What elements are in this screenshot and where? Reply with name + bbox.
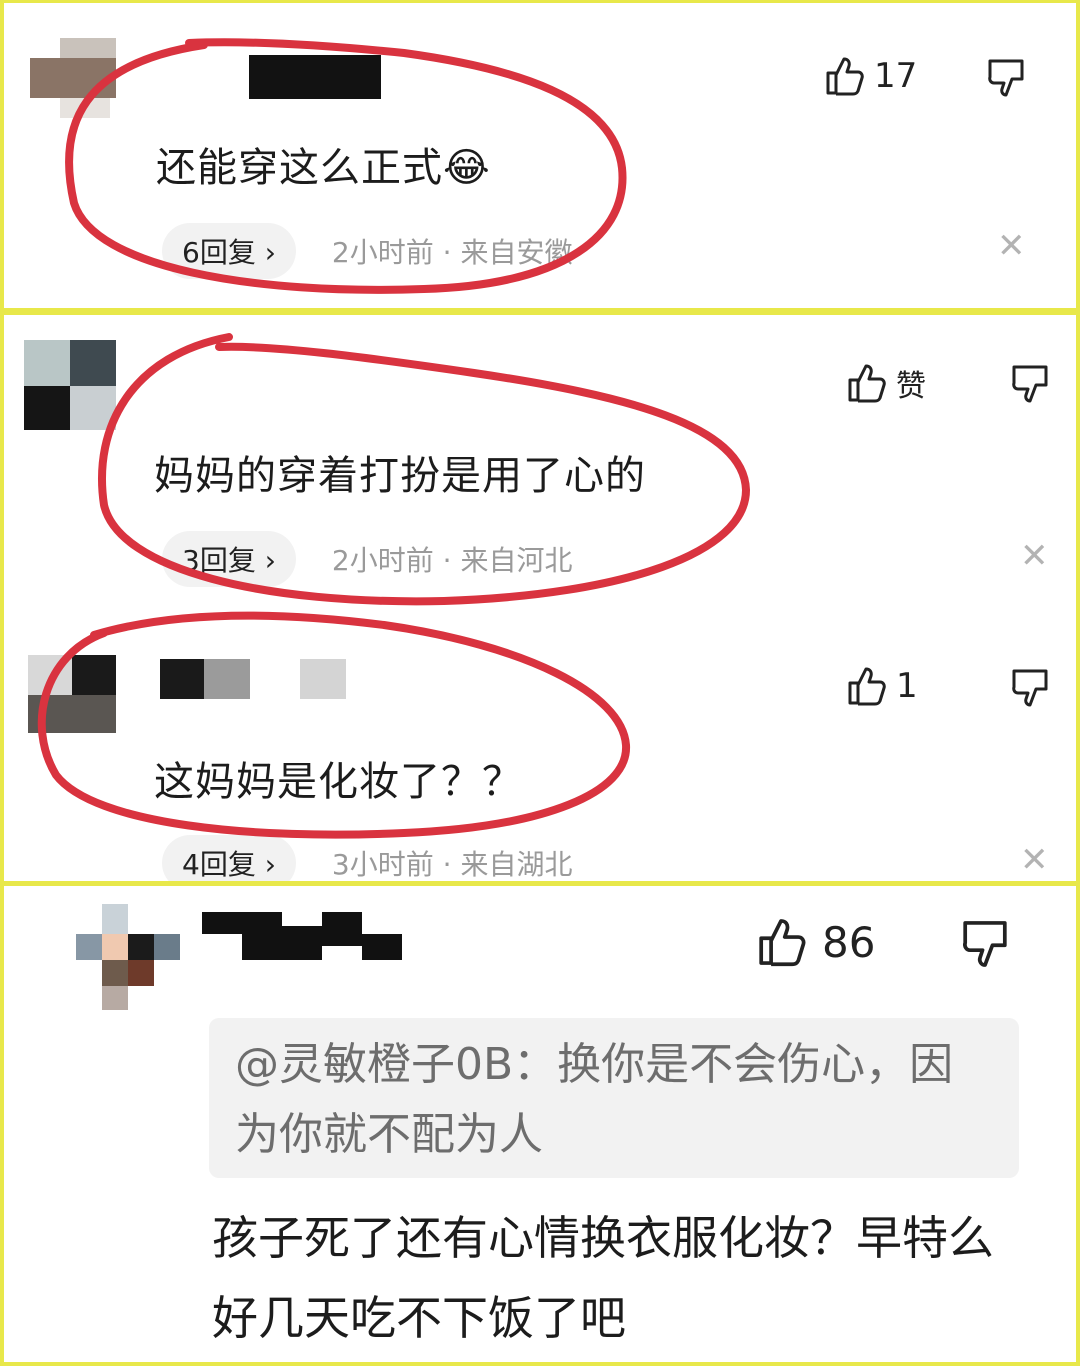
close-icon[interactable]: ✕ — [1020, 843, 1049, 877]
thumbs-down-icon[interactable] — [960, 918, 1010, 970]
like-count: 86 — [822, 917, 876, 967]
replies-button[interactable]: 4回复 › — [162, 835, 296, 881]
thumbs-up-icon — [759, 919, 806, 967]
comment-text: 这妈妈是化妆了？？ — [154, 759, 523, 805]
quoted-reply[interactable]: @灵敏橙子0B：换你是不会伤心，因为你就不配为人 — [209, 1018, 1019, 1178]
laughing-emoji-icon: 😂 — [443, 145, 491, 191]
comment-text: 妈妈的穿着打扮是用了心的 — [154, 453, 646, 499]
timestamp-location: 2小时前 · 来自河北 — [331, 544, 573, 577]
comment-meta: 4回复 › 3小时前 · 来自湖北 — [162, 835, 572, 881]
like-button[interactable]: 1 — [846, 665, 918, 707]
replies-button[interactable]: 6回复 › — [162, 223, 296, 279]
comment-text: 孩子死了还有心情换衣服化妆？早特么好几天吃不下饭了吧 — [212, 1211, 994, 1345]
close-icon[interactable]: ✕ — [997, 229, 1026, 263]
like-button[interactable]: 86 — [756, 916, 875, 968]
like-count: 赞 — [896, 369, 926, 404]
comment-panel-2: 赞 妈妈的穿着打扮是用了心的 3回复 › 2小时前 · 来自河北 ✕ 1 这妈妈… — [4, 315, 1076, 881]
redacted-username — [202, 912, 402, 960]
thumbs-down-icon[interactable] — [1010, 667, 1050, 709]
like-button[interactable]: 赞 — [846, 361, 926, 405]
avatar[interactable] — [28, 655, 116, 733]
comment-meta: 6回复 › 2小时前 · 来自安徽 — [162, 223, 572, 279]
like-count: 1 — [896, 666, 918, 706]
thumbs-up-icon — [826, 57, 864, 96]
avatar[interactable] — [30, 38, 116, 118]
like-button[interactable]: 17 — [824, 55, 917, 97]
timestamp-location: 2小时前 · 来自安徽 — [331, 236, 573, 269]
avatar[interactable] — [50, 904, 180, 1010]
comment-meta: 3回复 › 2小时前 · 来自河北 — [162, 531, 572, 587]
like-count: 17 — [874, 56, 918, 96]
close-icon[interactable]: ✕ — [1020, 539, 1049, 573]
thumbs-down-icon[interactable] — [986, 57, 1026, 99]
comment-panel-3: 86 @灵敏橙子0B：换你是不会伤心，因为你就不配为人 孩子死了还有心情换衣服化… — [4, 886, 1076, 1362]
redacted-username — [249, 55, 381, 99]
avatar[interactable] — [24, 340, 116, 430]
redacted-username — [160, 659, 350, 699]
thumbs-up-icon — [848, 667, 886, 706]
timestamp-location: 3小时前 · 来自湖北 — [331, 848, 573, 881]
thumbs-up-icon — [848, 364, 886, 403]
replies-button[interactable]: 3回复 › — [162, 531, 296, 587]
comment-text: 还能穿这么正式😂 — [156, 145, 491, 191]
thumbs-down-icon[interactable] — [1010, 363, 1050, 405]
comment-panel-1: 17 还能穿这么正式😂 6回复 › 2小时前 · 来自安徽 ✕ — [4, 3, 1076, 308]
